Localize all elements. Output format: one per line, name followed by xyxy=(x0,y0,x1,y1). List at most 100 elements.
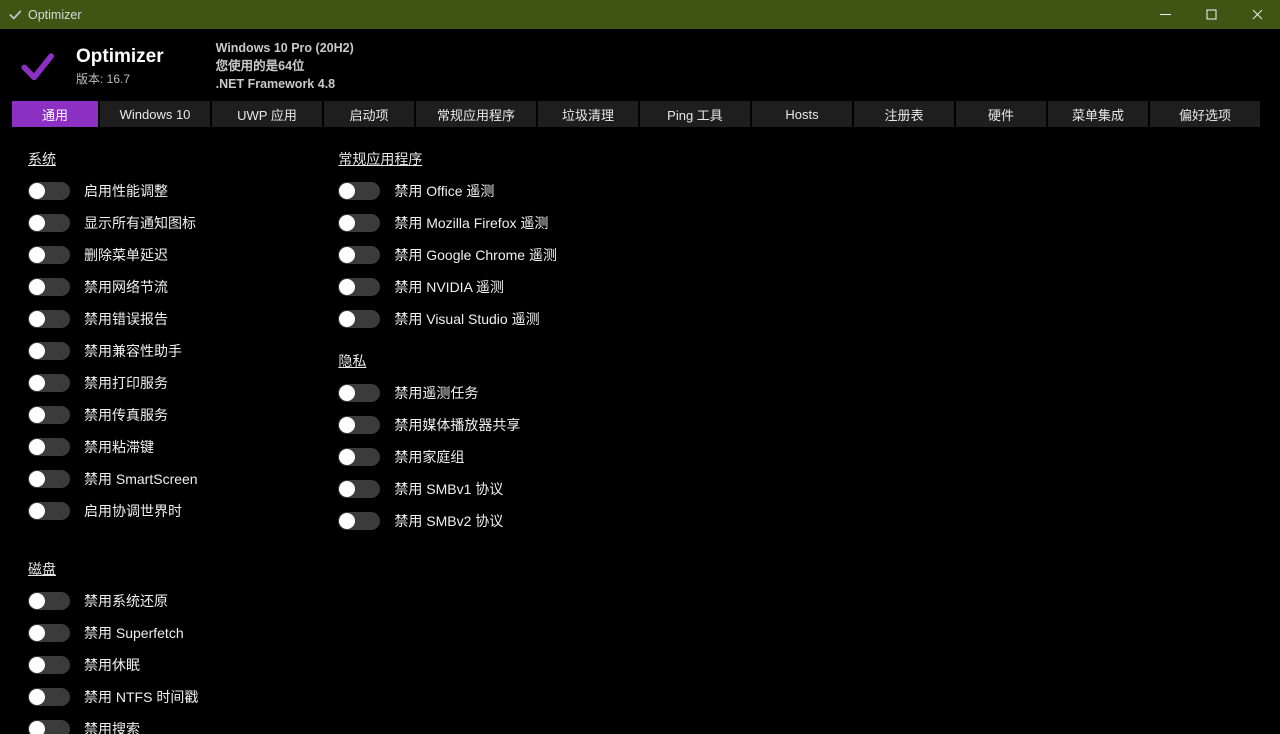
row-hibernate: 禁用休眠 xyxy=(28,655,198,675)
toggle-nvidia-telemetry[interactable] xyxy=(338,278,380,296)
toggle-sticky-keys[interactable] xyxy=(28,438,70,456)
row-utc: 启用协调世界时 xyxy=(28,501,198,521)
toggle-knob xyxy=(29,439,45,455)
toggle-compat-assist[interactable] xyxy=(28,342,70,360)
toggle-vs-telemetry[interactable] xyxy=(338,310,380,328)
toggle-superfetch[interactable] xyxy=(28,624,70,642)
section-title-apps: 常规应用程序 xyxy=(338,149,557,169)
row-search: 禁用搜索 xyxy=(28,719,198,734)
tab-preferences[interactable]: 偏好选项 xyxy=(1150,101,1260,127)
row-fax-service: 禁用传真服务 xyxy=(28,405,198,425)
tab-windows10[interactable]: Windows 10 xyxy=(100,101,210,127)
toggle-knob xyxy=(339,215,355,231)
app-header: Optimizer 版本: 16.7 Windows 10 Pro (20H2)… xyxy=(0,29,1280,101)
tab-general[interactable]: 通用 xyxy=(12,101,98,127)
toggle-show-tray-icons[interactable] xyxy=(28,214,70,232)
toggle-knob xyxy=(29,689,45,705)
label-media-sharing: 禁用媒体播放器共享 xyxy=(394,415,520,435)
toggle-knob xyxy=(29,279,45,295)
toggle-knob xyxy=(29,375,45,391)
label-firefox-telemetry: 禁用 Mozilla Firefox 遥测 xyxy=(394,213,548,233)
row-system-restore: 禁用系统还原 xyxy=(28,591,198,611)
toggle-knob xyxy=(29,721,45,734)
left-column: 系统 启用性能调整 显示所有通知图标 删除菜单延迟 禁用网络节流 禁用错误报告 … xyxy=(28,149,198,734)
tab-hosts[interactable]: Hosts xyxy=(752,101,852,127)
minimize-button[interactable] xyxy=(1142,0,1188,29)
framework-line: .NET Framework 4.8 xyxy=(216,75,354,93)
label-ntfs-timestamp: 禁用 NTFS 时间戳 xyxy=(84,687,198,707)
label-chrome-telemetry: 禁用 Google Chrome 遥测 xyxy=(394,245,557,265)
label-search: 禁用搜索 xyxy=(84,719,140,734)
tab-cleanup[interactable]: 垃圾清理 xyxy=(538,101,638,127)
row-smartscreen: 禁用 SmartScreen xyxy=(28,469,198,489)
tab-hardware[interactable]: 硬件 xyxy=(956,101,1046,127)
row-compat-assist: 禁用兼容性助手 xyxy=(28,341,198,361)
tab-ping[interactable]: Ping 工具 xyxy=(640,101,750,127)
row-chrome-telemetry: 禁用 Google Chrome 遥测 xyxy=(338,245,557,265)
label-print-service: 禁用打印服务 xyxy=(84,373,168,393)
right-column: 常规应用程序 禁用 Office 遥测 禁用 Mozilla Firefox 遥… xyxy=(338,149,557,734)
toggle-knob xyxy=(29,215,45,231)
toggle-smbv2[interactable] xyxy=(338,512,380,530)
titlebar-left: Optimizer xyxy=(8,8,81,22)
toggle-menu-delay[interactable] xyxy=(28,246,70,264)
toggle-search[interactable] xyxy=(28,720,70,734)
tab-common-apps[interactable]: 常规应用程序 xyxy=(416,101,536,127)
tab-registry[interactable]: 注册表 xyxy=(854,101,954,127)
label-compat-assist: 禁用兼容性助手 xyxy=(84,341,182,361)
toggle-fax-service[interactable] xyxy=(28,406,70,424)
toggle-knob xyxy=(29,247,45,263)
toggle-smartscreen[interactable] xyxy=(28,470,70,488)
app-logo-icon xyxy=(20,49,54,83)
tab-uwp[interactable]: UWP 应用 xyxy=(212,101,322,127)
close-button[interactable] xyxy=(1234,0,1280,29)
section-title-privacy: 隐私 xyxy=(338,351,557,371)
toggle-net-throttle[interactable] xyxy=(28,278,70,296)
toggle-firefox-telemetry[interactable] xyxy=(338,214,380,232)
toggle-ntfs-timestamp[interactable] xyxy=(28,688,70,706)
toggle-homegroup[interactable] xyxy=(338,448,380,466)
window-controls xyxy=(1142,0,1280,29)
toggle-knob xyxy=(339,481,355,497)
toggle-smbv1[interactable] xyxy=(338,480,380,498)
toggle-error-report[interactable] xyxy=(28,310,70,328)
row-error-report: 禁用错误报告 xyxy=(28,309,198,329)
label-sticky-keys: 禁用粘滞键 xyxy=(84,437,154,457)
row-net-throttle: 禁用网络节流 xyxy=(28,277,198,297)
tab-menu-integration[interactable]: 菜单集成 xyxy=(1048,101,1148,127)
toggle-utc[interactable] xyxy=(28,502,70,520)
toggle-knob xyxy=(339,385,355,401)
row-menu-delay: 删除菜单延迟 xyxy=(28,245,198,265)
toggle-knob xyxy=(29,625,45,641)
tab-startup[interactable]: 启动项 xyxy=(324,101,414,127)
toggle-telemetry-tasks[interactable] xyxy=(338,384,380,402)
toggle-office-telemetry[interactable] xyxy=(338,182,380,200)
toggle-chrome-telemetry[interactable] xyxy=(338,246,380,264)
toggle-system-restore[interactable] xyxy=(28,592,70,610)
toggle-knob xyxy=(339,417,355,433)
os-line: Windows 10 Pro (20H2) xyxy=(216,39,354,57)
toggle-knob xyxy=(29,343,45,359)
toggle-print-service[interactable] xyxy=(28,374,70,392)
label-utc: 启用协调世界时 xyxy=(84,501,182,521)
label-homegroup: 禁用家庭组 xyxy=(394,447,464,467)
toggle-knob xyxy=(29,471,45,487)
toggle-media-sharing[interactable] xyxy=(338,416,380,434)
app-version: 版本: 16.7 xyxy=(76,70,164,87)
label-smartscreen: 禁用 SmartScreen xyxy=(84,469,198,489)
toggle-perf-tweaks[interactable] xyxy=(28,182,70,200)
row-telemetry-tasks: 禁用遥测任务 xyxy=(338,383,557,403)
row-homegroup: 禁用家庭组 xyxy=(338,447,557,467)
toggle-knob xyxy=(29,183,45,199)
row-nvidia-telemetry: 禁用 NVIDIA 遥测 xyxy=(338,277,557,297)
row-office-telemetry: 禁用 Office 遥测 xyxy=(338,181,557,201)
arch-line: 您使用的是64位 xyxy=(216,57,354,75)
toggle-knob xyxy=(339,311,355,327)
label-superfetch: 禁用 Superfetch xyxy=(84,623,184,643)
toggle-hibernate[interactable] xyxy=(28,656,70,674)
maximize-button[interactable] xyxy=(1188,0,1234,29)
app-name: Optimizer xyxy=(76,46,164,68)
toggle-knob xyxy=(29,311,45,327)
row-superfetch: 禁用 Superfetch xyxy=(28,623,198,643)
content-area: 系统 启用性能调整 显示所有通知图标 删除菜单延迟 禁用网络节流 禁用错误报告 … xyxy=(0,127,1280,734)
